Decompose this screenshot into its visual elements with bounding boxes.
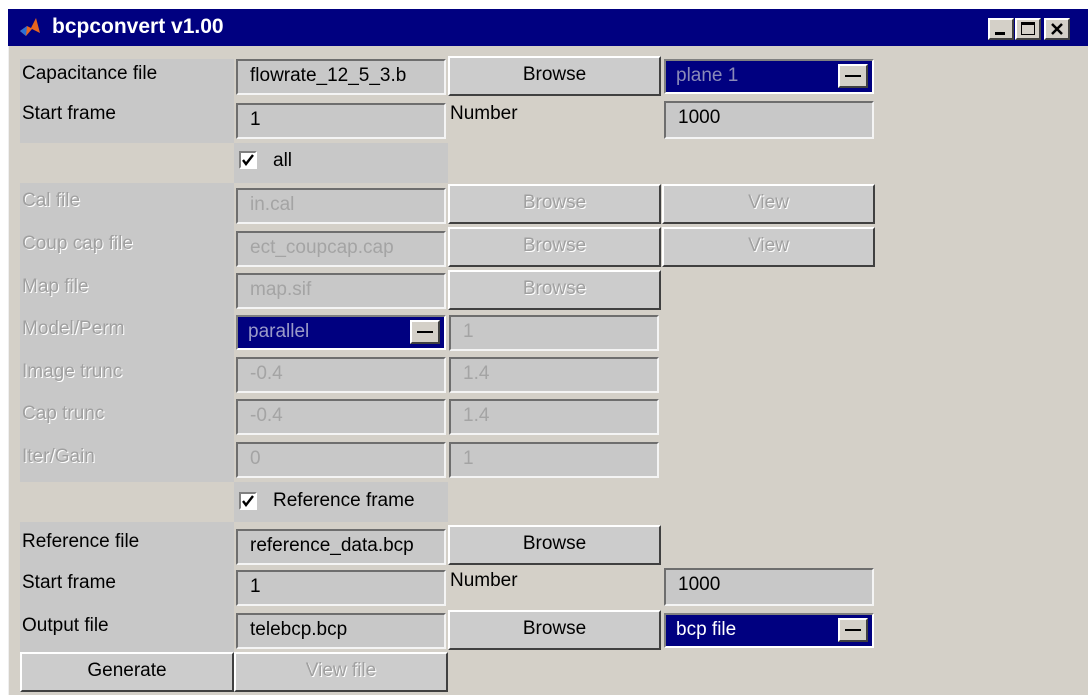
cal-browse-button[interactable]: Browse [448, 184, 661, 224]
maximize-icon [1021, 22, 1035, 35]
plane-select[interactable]: plane 1 [664, 59, 874, 94]
spinner-icon [838, 618, 868, 642]
minimize-icon [995, 32, 1005, 35]
cap-trunc-max-input[interactable]: 1.4 [449, 399, 659, 435]
generate-button[interactable]: Generate [20, 652, 234, 692]
coup-view-button[interactable]: View [662, 227, 875, 267]
image-trunc-max-input[interactable]: 1.4 [449, 357, 659, 393]
start-frame-2-label: Start frame [22, 572, 116, 593]
cap-trunc-min-input[interactable]: -0.4 [236, 399, 446, 435]
reference-file-input[interactable]: reference_data.bcp [236, 529, 446, 565]
all-row-cell [234, 143, 448, 183]
iter-input[interactable]: 0 [236, 442, 446, 478]
window-title: bcpconvert v1.00 [52, 15, 224, 38]
number-input[interactable]: 1000 [664, 101, 874, 139]
number-2-label: Number [450, 570, 518, 591]
model-select[interactable]: parallel [236, 315, 446, 350]
minimize-button[interactable] [988, 18, 1014, 40]
map-file-input[interactable]: map.sif [236, 273, 446, 309]
plane-select-value: plane 1 [676, 65, 739, 86]
image-trunc-label: Image trunc [22, 361, 123, 382]
coup-cap-file-input[interactable]: ect_coupcap.cap [236, 231, 446, 267]
reference-frame-checkbox[interactable] [239, 492, 257, 510]
output-type-select[interactable]: bcp file [664, 613, 874, 648]
close-button[interactable] [1044, 18, 1070, 40]
cal-file-input[interactable]: in.cal [236, 188, 446, 224]
output-file-label: Output file [22, 615, 109, 636]
reference-file-label: Reference file [22, 531, 140, 552]
output-file-input[interactable]: telebcp.bcp [236, 613, 446, 649]
perm-input[interactable]: 1 [449, 315, 659, 351]
gain-input[interactable]: 1 [449, 442, 659, 478]
map-browse-button[interactable]: Browse [448, 270, 661, 310]
coup-cap-file-label: Coup cap file [22, 233, 133, 254]
model-select-value: parallel [248, 321, 310, 342]
start-frame-input[interactable]: 1 [236, 103, 446, 139]
reference-row-spacer [20, 482, 234, 522]
spinner-icon [410, 320, 440, 344]
checkmark-icon [242, 154, 254, 166]
all-checkbox-label: all [273, 150, 293, 171]
image-trunc-min-input[interactable]: -0.4 [236, 357, 446, 393]
start-frame-2-input[interactable]: 1 [236, 570, 446, 606]
all-row-spacer [20, 143, 234, 183]
maximize-button[interactable] [1015, 18, 1041, 40]
iter-gain-label: Iter/Gain [22, 446, 95, 467]
reference-frame-label: Reference frame [273, 490, 415, 511]
all-checkbox[interactable] [239, 151, 257, 169]
spinner-icon [838, 64, 868, 88]
number-2-input[interactable]: 1000 [664, 568, 874, 606]
map-file-label: Map file [22, 276, 89, 297]
capacitance-browse-button[interactable]: Browse [448, 56, 661, 96]
close-icon [1051, 23, 1063, 35]
output-type-value: bcp file [676, 619, 737, 640]
cap-trunc-label: Cap trunc [22, 403, 105, 424]
view-file-button[interactable]: View file [234, 652, 448, 692]
title-bar: bcpconvert v1.00 [8, 9, 1088, 46]
cal-file-label: Cal file [22, 190, 81, 211]
number-label: Number [450, 103, 518, 124]
capacitance-file-label: Capacitance file [22, 63, 158, 84]
matlab-icon [20, 18, 40, 36]
checkmark-icon [242, 495, 254, 507]
coup-browse-button[interactable]: Browse [448, 227, 661, 267]
start-frame-label: Start frame [22, 103, 116, 124]
capacitance-file-input[interactable]: flowrate_12_5_3.b [236, 59, 446, 95]
output-browse-button[interactable]: Browse [448, 610, 661, 650]
cal-view-button[interactable]: View [662, 184, 875, 224]
reference-browse-button[interactable]: Browse [448, 525, 661, 565]
model-perm-label: Model/Perm [22, 318, 125, 339]
